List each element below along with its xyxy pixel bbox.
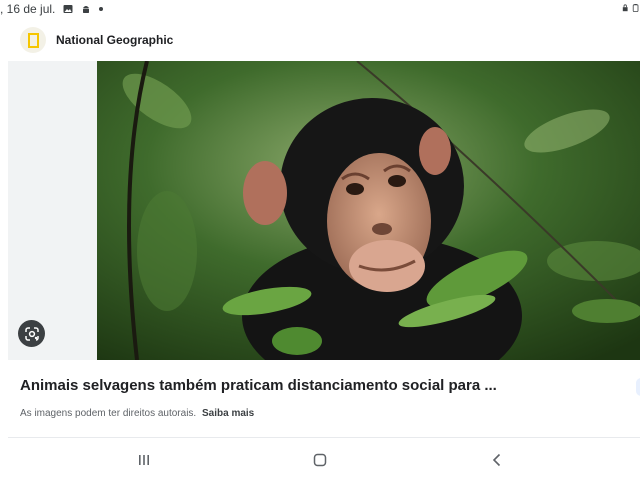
home-button[interactable] (310, 450, 330, 470)
divider (8, 437, 640, 438)
learn-more-link[interactable]: Saiba mais (202, 408, 254, 419)
navigation-bar (0, 440, 640, 480)
copyright-text: As imagens podem ter direitos autorais. (20, 408, 197, 419)
back-button[interactable] (487, 450, 507, 470)
result-title[interactable]: Animais selvagens também praticam distan… (20, 377, 620, 394)
battery-icon (632, 4, 639, 12)
lock-icon (622, 4, 628, 12)
source-name[interactable]: National Geographic (56, 33, 173, 47)
photo-illustration (97, 61, 640, 360)
recent-apps-button[interactable] (134, 450, 154, 470)
image-preview-area[interactable] (8, 61, 640, 360)
android-icon (83, 6, 90, 13)
google-lens-icon[interactable] (18, 320, 45, 347)
copyright-notice: As imagens podem ter direitos autorais. … (20, 408, 254, 419)
back-icon (492, 453, 501, 467)
dot-icon (99, 7, 104, 11)
chimpanzee-photo[interactable] (97, 61, 640, 360)
edge-handle[interactable] (636, 378, 640, 396)
image-icon (63, 5, 73, 13)
image-result-card[interactable]: National Geographic Animais selvagens ta… (8, 22, 640, 437)
source-row[interactable]: National Geographic (20, 26, 173, 54)
home-icon (313, 453, 327, 467)
recent-apps-icon (139, 455, 149, 465)
status-bar: , 16 de jul. (0, 0, 640, 20)
national-geographic-logo (20, 27, 46, 53)
status-date: , 16 de jul. (0, 2, 56, 16)
